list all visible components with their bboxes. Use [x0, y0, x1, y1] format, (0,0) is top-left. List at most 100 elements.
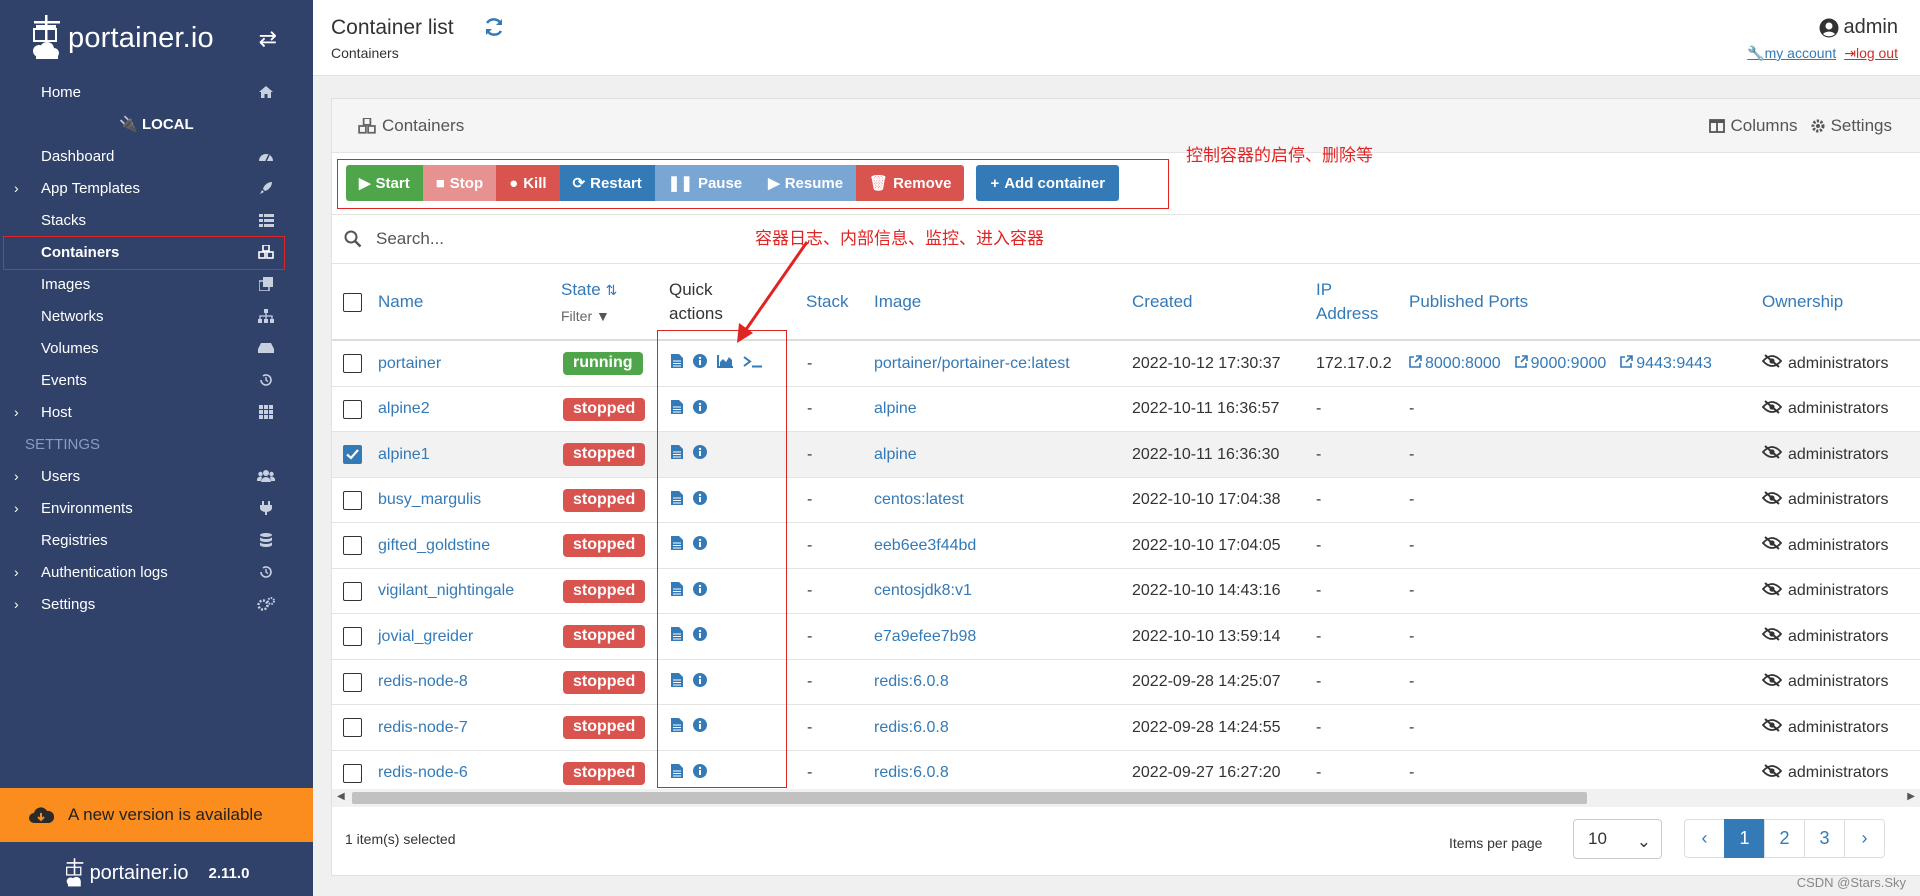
container-name-link[interactable]: redis-node-8 [378, 660, 468, 705]
scroll-right-icon[interactable]: ▶ [1907, 791, 1915, 802]
sidebar-item-events[interactable]: Events [0, 364, 313, 396]
sidebar-item-host[interactable]: › Host [0, 396, 313, 428]
brand[interactable]: portainer.io ⇄ [0, 0, 313, 76]
columns-button[interactable]: Columns [1709, 116, 1798, 136]
status-badge: stopped [563, 443, 646, 466]
row-checkbox[interactable] [343, 581, 362, 601]
new-version-banner[interactable]: A new version is available [0, 788, 313, 842]
sidebar-item-dashboard[interactable]: Dashboard [0, 140, 313, 172]
image-link[interactable]: e7a9efee7b98 [874, 614, 976, 659]
portainer-logo-icon [65, 858, 83, 887]
row-checkbox[interactable] [343, 445, 362, 464]
column-header-created[interactable]: Created [1132, 290, 1192, 314]
created-cell: 2022-09-28 14:24:55 [1132, 718, 1281, 736]
resume-button[interactable]: ▶ Resume [755, 165, 857, 201]
remove-button[interactable]: 🗑 Remove [856, 165, 965, 201]
container-name-link[interactable]: jovial_greider [378, 614, 473, 659]
table-row[interactable]: jovial_greider stopped - e7a9efee7b98 20… [332, 614, 1920, 660]
column-header-name[interactable]: Name [378, 290, 423, 314]
row-checkbox[interactable] [343, 354, 362, 373]
horizontal-scrollbar[interactable]: ◀ ▶ [332, 789, 1920, 807]
select-all-cell [343, 264, 362, 341]
row-checkbox[interactable] [343, 399, 362, 419]
sidebar-item-networks[interactable]: Networks [0, 300, 313, 332]
container-name-link[interactable]: vigilant_nightingale [378, 569, 514, 614]
my-account-link[interactable]: 🔧my account [1747, 45, 1836, 62]
table-row[interactable]: redis-node-8 stopped - redis:6.0.8 2022-… [332, 660, 1920, 705]
image-link[interactable]: centosjdk8:v1 [874, 569, 972, 614]
sidebar-item-images[interactable]: Images [0, 268, 313, 300]
column-header-ip-address[interactable]: IP Address [1316, 278, 1378, 326]
sidebar-item-home[interactable]: Home [0, 76, 313, 108]
sidebar-item-users[interactable]: › Users [0, 460, 313, 492]
container-name-link[interactable]: portainer [378, 341, 441, 386]
table-row[interactable]: busy_margulis stopped - centos:latest 20… [332, 478, 1920, 523]
sidebar-item-volumes[interactable]: Volumes [0, 332, 313, 364]
scrollbar-thumb[interactable] [352, 792, 1587, 804]
sidebar-item-settings[interactable]: › Settings [0, 588, 313, 620]
container-name-link[interactable]: busy_margulis [378, 478, 481, 523]
image-link[interactable]: alpine [874, 387, 917, 432]
row-checkbox[interactable] [343, 718, 362, 737]
log-out-link[interactable]: ⇥log out [1844, 45, 1898, 62]
stop-button[interactable]: ■ Stop [422, 165, 497, 201]
row-checkbox[interactable] [343, 763, 362, 783]
published-port-link[interactable]: 9443:9443 [1620, 355, 1712, 373]
start-button[interactable]: ▶ Start [346, 165, 423, 201]
table-row[interactable]: alpine1 stopped - alpine 2022-10-11 16:3… [332, 432, 1920, 478]
created-cell: 2022-09-28 14:25:07 [1132, 673, 1281, 690]
table-row[interactable]: vigilant_nightingale stopped - centosjdk… [332, 569, 1920, 614]
column-header-state[interactable]: State ⇅ [561, 278, 617, 302]
sidebar-item-app-templates[interactable]: › App Templates [0, 172, 313, 204]
image-link[interactable]: redis:6.0.8 [874, 660, 949, 705]
pause-button[interactable]: ❚❚ Pause [654, 165, 756, 201]
scroll-left-icon[interactable]: ◀ [337, 791, 345, 802]
row-checkbox[interactable] [343, 627, 362, 646]
image-link[interactable]: eeb6ee3f44bd [874, 523, 976, 568]
sidebar-item-containers[interactable]: Containers [0, 236, 313, 270]
table-row[interactable]: gifted_goldstine stopped - eeb6ee3f44bd … [332, 523, 1920, 569]
published-port-link[interactable]: 8000:8000 [1409, 355, 1501, 373]
kill-button[interactable]: ● Kill [496, 165, 560, 201]
row-checkbox[interactable] [343, 490, 362, 510]
column-header-ownership[interactable]: Ownership [1762, 290, 1843, 314]
sidebar-item-authentication-logs[interactable]: › Authentication logs [0, 556, 313, 588]
container-name-link[interactable]: redis-node-7 [378, 705, 468, 750]
page-2[interactable]: 2 [1764, 819, 1805, 858]
image-link[interactable]: alpine [874, 432, 917, 477]
sidebar-item-environments[interactable]: › Environments [0, 492, 313, 524]
sidebar-item-registries[interactable]: Registries [0, 524, 313, 556]
eye-slash-icon [1761, 536, 1783, 555]
table-row[interactable]: redis-node-7 stopped - redis:6.0.8 2022-… [332, 705, 1920, 751]
state-filter[interactable]: Filter ▼ [561, 304, 610, 328]
page-1[interactable]: 1 [1724, 819, 1765, 858]
table-row[interactable]: alpine2 stopped - alpine 2022-10-11 16:3… [332, 387, 1920, 432]
container-name-link[interactable]: alpine2 [378, 387, 430, 432]
settings-button[interactable]: Settings [1810, 116, 1892, 136]
published-port-link[interactable]: 9000:9000 [1514, 355, 1606, 373]
add-container-button[interactable]: + Add container [976, 165, 1120, 201]
state-cell: stopped [563, 614, 646, 659]
filter-icon: ▼ [596, 308, 610, 324]
column-header-image[interactable]: Image [874, 290, 921, 314]
column-header-published-ports[interactable]: Published Ports [1409, 290, 1528, 314]
container-name-link[interactable]: alpine1 [378, 432, 430, 477]
refresh-icon[interactable] [483, 16, 505, 38]
table-row[interactable]: portainer running - portainer/portainer-… [332, 341, 1920, 387]
row-checkbox[interactable] [343, 672, 362, 692]
sidebar-item-stacks[interactable]: Stacks [0, 204, 313, 236]
row-select-cell [343, 478, 362, 523]
plug-icon [257, 500, 275, 516]
container-name-link[interactable]: gifted_goldstine [378, 523, 490, 568]
image-link[interactable]: portainer/portainer-ce:latest [874, 341, 1070, 386]
image-link[interactable]: centos:latest [874, 478, 964, 523]
image-link[interactable]: redis:6.0.8 [874, 705, 949, 750]
page-prev[interactable]: ‹ [1684, 819, 1725, 858]
page-3[interactable]: 3 [1804, 819, 1845, 858]
page-next[interactable]: › [1844, 819, 1885, 858]
items-per-page-select[interactable]: 10 ⌄ [1573, 819, 1662, 859]
select-all-checkbox[interactable] [343, 293, 362, 312]
row-checkbox[interactable] [343, 536, 362, 555]
sidebar-toggle-icon[interactable]: ⇄ [259, 26, 277, 52]
restart-button[interactable]: ⟳ Restart [559, 165, 655, 201]
